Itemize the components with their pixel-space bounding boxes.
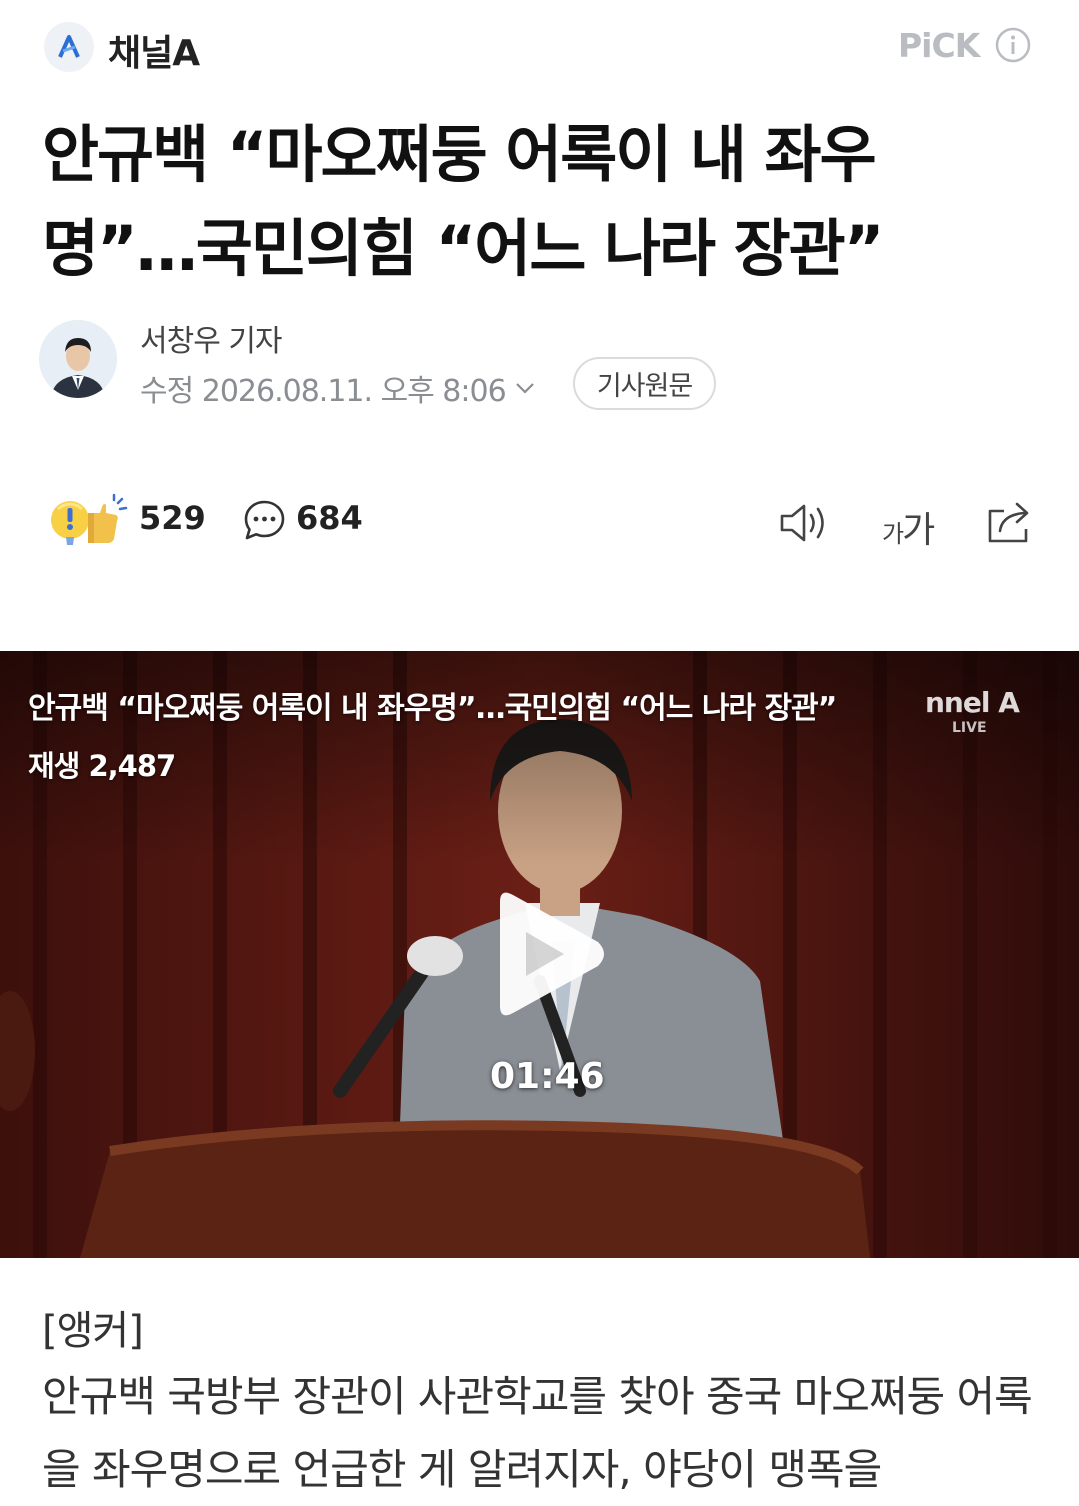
datetime-text: 수정 2026.08.11. 오후 8:06 xyxy=(140,374,507,409)
press-logo[interactable] xyxy=(44,22,94,72)
video-title: 안규백 “마오쩌둥 어록이 내 좌우명”…국민의힘 “어느 나라 장관” xyxy=(28,691,837,726)
article-headline: 안규백 “마오쩌둥 어록이 내 좌우 명”…국민의힘 “어느 나라 장관” xyxy=(42,108,1042,296)
pick-badge: PiCK xyxy=(898,26,980,65)
share-icon[interactable] xyxy=(984,497,1036,545)
headline-line-1: 안규백 “마오쩌둥 어록이 내 좌우 xyxy=(42,118,877,191)
video-play-count: 재생 2,487 xyxy=(28,749,176,783)
comment-icon[interactable] xyxy=(242,498,287,543)
channel-watermark: nnel A xyxy=(925,686,1020,719)
reporter-avatar[interactable] xyxy=(39,320,117,398)
font-size-large-label: 가 xyxy=(902,510,935,551)
font-size-button[interactable]: 가가 xyxy=(882,501,935,553)
reaction-icon[interactable] xyxy=(48,493,130,549)
chevron-down-icon xyxy=(515,383,534,394)
reaction-count: 529 xyxy=(139,499,206,537)
original-article-button[interactable]: 기사원문 xyxy=(573,357,716,410)
article-datetime[interactable]: 수정 2026.08.11. 오후 8:06 xyxy=(140,366,536,410)
comment-count: 684 xyxy=(296,499,363,537)
article-body-text: 안규백 국방부 장관이 사관학교를 찾아 중국 마오쩌둥 어록을 좌우명으로 언… xyxy=(42,1372,1033,1494)
info-icon[interactable] xyxy=(995,27,1031,63)
play-icon[interactable] xyxy=(486,884,611,1024)
top-bar: 채널A PiCK xyxy=(0,0,1079,95)
reporter-photo-icon xyxy=(39,320,117,398)
speaker-icon[interactable] xyxy=(778,500,832,546)
video-duration: 01:46 xyxy=(490,1056,605,1097)
font-size-small-label: 가 xyxy=(882,520,904,548)
anchor-label: [앵커] xyxy=(42,1308,144,1354)
channel-a-logo-icon xyxy=(58,35,80,58)
press-name[interactable]: 채널A xyxy=(108,24,200,76)
watermark-live-label: LIVE xyxy=(952,720,987,736)
headline-line-2: 명”…국민의힘 “어느 나라 장관” xyxy=(42,212,884,285)
reporter-name[interactable]: 서창우 기자 xyxy=(140,316,283,360)
